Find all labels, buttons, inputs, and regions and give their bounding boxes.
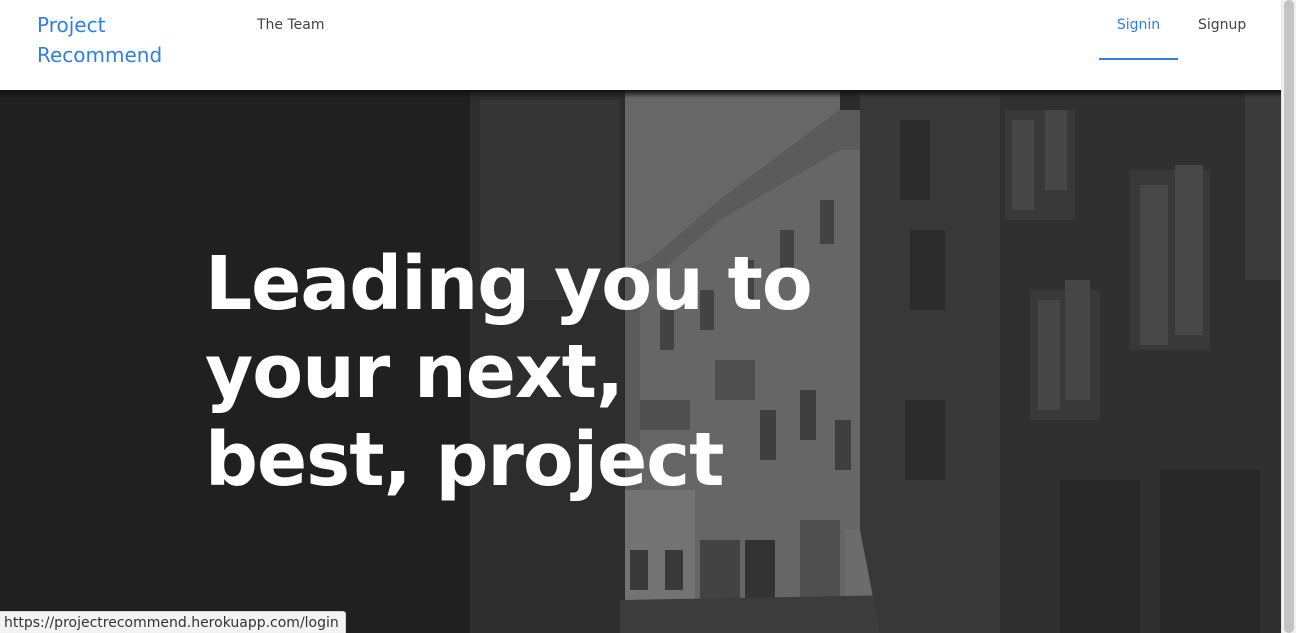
- page-scrollbar[interactable]: [1281, 0, 1296, 633]
- hero-headline: Leading you to your next, best, project: [205, 241, 813, 503]
- nav-link-the-team[interactable]: The Team: [257, 16, 325, 34]
- top-navbar: Project Recommend The Team Signin Signup: [0, 0, 1281, 90]
- hero-section: Leading you to your next, best, project: [0, 90, 1281, 633]
- brand-logo-link[interactable]: Project Recommend: [37, 10, 187, 70]
- nav-link-signin[interactable]: Signin: [1099, 16, 1178, 60]
- navbar-shadow: [0, 90, 1281, 98]
- nav-link-signup[interactable]: Signup: [1198, 16, 1246, 34]
- scrollbar-thumb[interactable]: [1284, 0, 1294, 633]
- page: Project Recommend The Team Signin Signup: [0, 0, 1296, 633]
- link-status-url: https://projectrecommend.herokuapp.com/l…: [0, 611, 346, 633]
